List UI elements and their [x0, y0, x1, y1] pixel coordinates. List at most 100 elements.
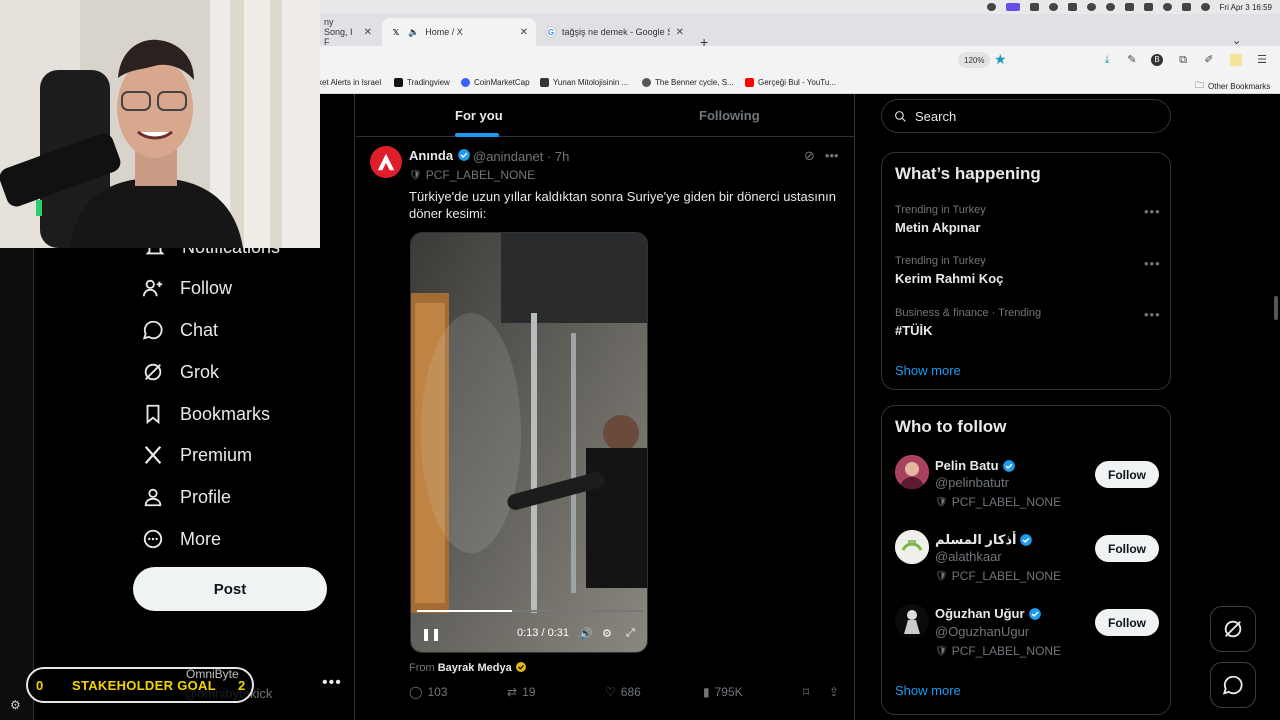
close-icon[interactable]: ✕	[676, 27, 684, 38]
bookmark-item[interactable]: Yunan Mitolojisinin ...	[540, 78, 628, 87]
views-button[interactable]: ▮ 795K	[703, 685, 743, 699]
close-icon[interactable]: ✕	[364, 27, 372, 38]
more-dots-icon[interactable]: •••	[1144, 204, 1161, 219]
profile-icon[interactable]	[1230, 54, 1242, 66]
pause-icon[interactable]: ❚❚	[421, 627, 441, 641]
other-bookmarks[interactable]: 🗀 Other Bookmarks	[1195, 78, 1270, 94]
extension-b-icon[interactable]: B	[1151, 54, 1163, 66]
account-name[interactable]: أذكار المسلم	[935, 532, 1033, 548]
tab-following[interactable]: Following	[699, 94, 760, 137]
status-icon[interactable]	[986, 3, 996, 11]
messages-fab[interactable]	[1210, 662, 1256, 708]
bookmark-label: ket Alerts in Israel	[318, 78, 382, 87]
close-icon[interactable]: ✕	[520, 27, 528, 38]
grok-fab[interactable]	[1210, 606, 1256, 652]
bookmark-item[interactable]: ket Alerts in Israel	[318, 78, 381, 87]
more-dots-icon[interactable]: •••	[322, 674, 342, 692]
tweet-video[interactable]: ❚❚ 0:13 / 0:31 🔊 ⚙ ⤢	[410, 232, 648, 653]
from-source[interactable]: From Bayrak Medya	[409, 661, 527, 674]
speaker-icon: 🔈	[408, 26, 420, 37]
grok-icon[interactable]: ⊘	[804, 148, 815, 164]
bookmark-button[interactable]: ⌑	[803, 685, 809, 699]
tweet-author[interactable]: Anında	[409, 148, 471, 163]
dropbox-icon[interactable]	[1048, 3, 1058, 11]
shield-icon: 🛡	[935, 496, 948, 508]
account-name[interactable]: Oğuzhan Uğur	[935, 606, 1042, 621]
avatar-image	[895, 604, 929, 638]
tweet-text: Türkiye'de uzun yıllar kaldıktan sonra S…	[409, 189, 836, 221]
menubar-clock[interactable]: Fri Apr 3 16:59	[1220, 3, 1272, 12]
nav-follow[interactable]: Follow	[142, 274, 232, 302]
more-dots-icon[interactable]: •••	[825, 148, 839, 164]
show-more-link[interactable]: Show more	[895, 683, 961, 698]
screen-record-icon[interactable]	[1005, 3, 1020, 11]
volume-icon[interactable]	[1124, 3, 1134, 11]
bookmark-item[interactable]: Gerçeği Bul - YouTu...	[745, 78, 836, 87]
tab-home-x[interactable]: 𝕏 🔈 Home / X ✕	[382, 18, 536, 46]
youtube-icon	[745, 78, 754, 87]
bookmark-star-icon[interactable]: ★	[994, 51, 1007, 68]
like-button[interactable]: ♡ 686	[605, 685, 641, 699]
verified-badge-icon	[457, 149, 470, 161]
wrench-icon[interactable]: ✎	[1126, 54, 1138, 66]
volume-icon[interactable]: 🔊	[579, 627, 593, 640]
trend-name[interactable]: #TÜİK	[895, 323, 933, 338]
fullscreen-icon[interactable]: ⤢	[626, 627, 635, 640]
repost-button[interactable]: ⇄ 19	[507, 685, 535, 699]
share-button[interactable]: ⇪	[829, 685, 839, 699]
avatar[interactable]	[895, 604, 929, 638]
avatar[interactable]	[895, 530, 929, 564]
nav-premium[interactable]: Premium	[142, 441, 252, 469]
nav-chat[interactable]: Chat	[142, 316, 218, 344]
keyboard-input-icon[interactable]	[1143, 3, 1153, 11]
control-center-icon[interactable]	[1181, 3, 1191, 11]
nav-bookmarks[interactable]: Bookmarks	[142, 400, 270, 428]
puzzle-icon[interactable]: ⧉	[1177, 54, 1189, 66]
account-name[interactable]: Pelin Batu	[935, 458, 1016, 473]
nav-grok[interactable]: Grok	[142, 358, 219, 386]
trend-name[interactable]: Metin Akpınar	[895, 220, 980, 235]
bookmark-label: Gerçeği Bul - YouTu...	[758, 78, 836, 87]
reply-button[interactable]: ◯ 103	[409, 685, 447, 699]
download-icon[interactable]: ⤓	[1101, 54, 1113, 66]
nav-more[interactable]: More	[142, 525, 221, 553]
zoom-level[interactable]: 120%	[958, 52, 991, 68]
gear-icon[interactable]: ⚙	[10, 698, 21, 712]
menu-icon[interactable]: ☰	[1256, 54, 1268, 66]
settings-icon[interactable]: ⚙	[602, 627, 612, 640]
video-controls: ❚❚ 0:13 / 0:31 🔊 ⚙ ⤢	[411, 625, 647, 647]
trend-name[interactable]: Kerim Rahmi Koç	[895, 271, 1003, 286]
moon-icon[interactable]	[1086, 3, 1096, 11]
tab-song[interactable]: ny Song, I F ✕	[316, 17, 380, 47]
more-dots-icon[interactable]: •••	[1144, 256, 1161, 271]
nav-profile[interactable]: Profile	[142, 483, 231, 511]
play-icon[interactable]	[1105, 3, 1115, 11]
search-input[interactable]: Search	[881, 99, 1171, 133]
more-dots-icon[interactable]: •••	[1144, 307, 1161, 322]
menu-icon[interactable]	[1067, 3, 1077, 11]
tab-google-search[interactable]: G tağşiş ne demek - Google Search ✕	[538, 18, 692, 46]
bookmark-item[interactable]: The Benner cycle, S...	[642, 78, 734, 87]
bookmark-item[interactable]: Tradingview	[394, 78, 450, 87]
video-progress-bar[interactable]	[417, 610, 643, 612]
tab-for-you[interactable]: For you	[455, 94, 503, 137]
bookmark-item[interactable]: CoinMarketCap	[461, 78, 530, 87]
scrollbar-thumb[interactable]	[1274, 296, 1278, 320]
post-button[interactable]: Post	[133, 567, 327, 611]
follow-button[interactable]: Follow	[1095, 461, 1159, 488]
avatar[interactable]	[370, 146, 402, 178]
from-prefix: From	[409, 662, 435, 674]
active-tab-indicator	[455, 133, 499, 137]
tweet-handle[interactable]: @anindanet · 7h	[473, 149, 569, 164]
show-more-link[interactable]: Show more	[895, 363, 961, 378]
wifi-icon[interactable]	[1162, 3, 1172, 11]
pen-icon[interactable]: ✐	[1203, 54, 1215, 66]
trend-category: Business & finance · Trending	[895, 307, 1042, 319]
siri-icon[interactable]	[1200, 3, 1210, 11]
panel-title: Who to follow	[895, 417, 1007, 436]
avatar[interactable]	[895, 455, 929, 489]
camera-icon[interactable]	[1029, 3, 1039, 11]
follow-button[interactable]: Follow	[1095, 609, 1159, 636]
follow-button[interactable]: Follow	[1095, 535, 1159, 562]
person-icon	[144, 488, 162, 507]
